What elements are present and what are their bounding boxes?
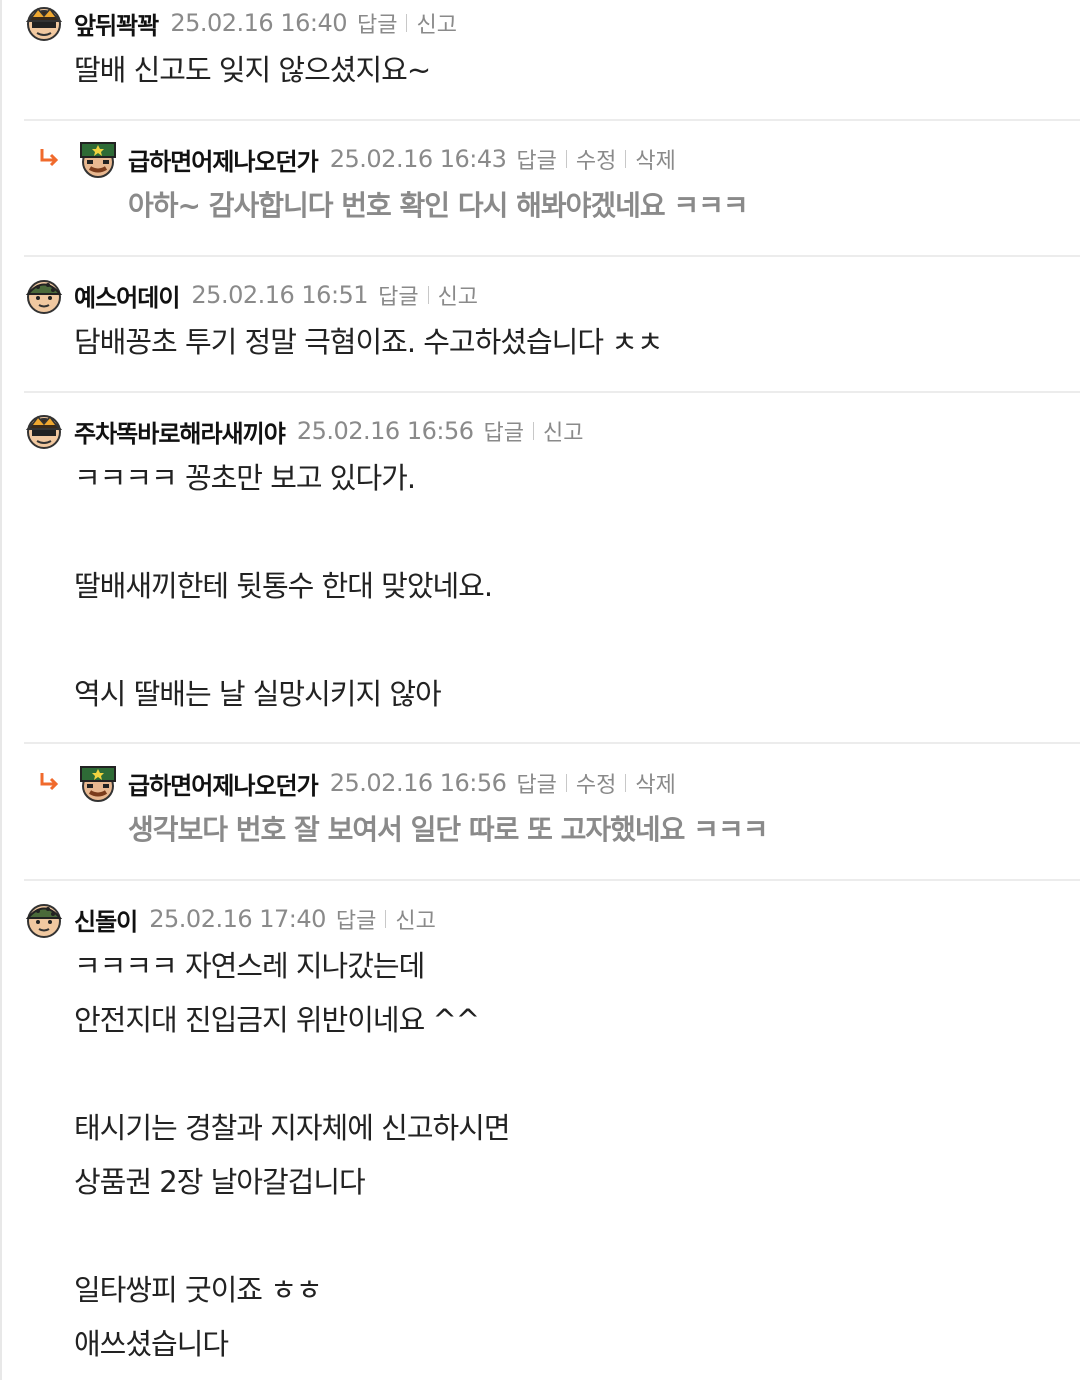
- comment-text: 아하~ 감사합니다 번호 확인 다시 해봐야겠네요 ㅋㅋㅋ: [128, 189, 749, 222]
- avatar-icon[interactable]: [24, 3, 64, 43]
- comment-body: 생각보다 번호 잘 보여서 일단 따로 또 고자했네요 ㅋㅋㅋ: [24, 803, 1080, 857]
- reply-arrow-icon: [40, 149, 59, 167]
- reply-button[interactable]: 답글: [516, 143, 556, 175]
- comment-body: 딸배 신고도 잊지 않으셨지요~: [24, 43, 1080, 97]
- comment-text: 태시기는 경찰과 지자체에 신고하시면: [74, 1111, 511, 1145]
- report-button[interactable]: 신고: [438, 279, 478, 311]
- left-border: [0, 0, 2, 1380]
- divider: [532, 422, 534, 440]
- comment-author[interactable]: 앞뒤꽉꽉: [74, 6, 159, 41]
- divider: [625, 774, 627, 792]
- divider: [565, 150, 567, 168]
- divider: [565, 774, 567, 792]
- comment-author[interactable]: 주차똑바로해라새끼야: [74, 414, 286, 449]
- report-button[interactable]: 신고: [543, 415, 583, 447]
- divider: [427, 286, 429, 304]
- comment-date: 25.02.16 16:56: [329, 769, 507, 797]
- reply-button[interactable]: 답글: [516, 767, 556, 799]
- divider: [24, 255, 1080, 257]
- comment-text: 안전지대 진입금지 위반이네요 ^^: [74, 1003, 480, 1037]
- divider: [24, 391, 1080, 393]
- comment-item: 앞뒤꽉꽉 25.02.16 16:40 답글 신고 딸배 신고도 잊지 않으셨지…: [24, 3, 1080, 97]
- divider: [406, 14, 408, 32]
- divider: [24, 119, 1080, 121]
- comment-author[interactable]: 예스어데이: [74, 278, 180, 313]
- reply-button[interactable]: 답글: [483, 415, 523, 447]
- comment-item: 예스어데이 25.02.16 16:51 답글 신고 담배꽁초 투기 정말 극혐…: [24, 275, 1080, 369]
- comment-date: 25.02.16 17:40: [149, 905, 326, 933]
- reply-button[interactable]: 답글: [378, 279, 418, 311]
- comment-text: 상품권 2장 날아갈겁니다: [74, 1165, 366, 1199]
- reply-item: 급하면어제나오던가 25.02.16 16:56 답글 수정 삭제 생각보다 번…: [24, 763, 1080, 857]
- comment-text: 딸배 신고도 잊지 않으셨지요~: [74, 53, 431, 87]
- reply-button[interactable]: 답글: [336, 903, 376, 935]
- comment-body: 담배꽁초 투기 정말 극혐이죠. 수고하셨습니다 ㅊㅊ: [24, 315, 1080, 369]
- comment-text: 일타쌍피 굿이죠 ㅎㅎ: [74, 1273, 323, 1307]
- avatar-icon[interactable]: [24, 275, 64, 315]
- comment-text: 담배꽁초 투기 정말 극혐이죠. 수고하셨습니다 ㅊㅊ: [74, 325, 664, 359]
- edit-button[interactable]: 수정: [576, 143, 616, 175]
- comment-text: 생각보다 번호 잘 보여서 일단 따로 또 고자했네요 ㅋㅋㅋ: [128, 813, 768, 846]
- comment-body: ㅋㅋㅋㅋ 자연스레 지나갔는데 안전지대 진입금지 위반이네요 ^^ 태시기는 …: [24, 939, 1080, 1371]
- report-button[interactable]: 신고: [395, 903, 435, 935]
- comment-text: 애쓰셨습니다: [74, 1327, 229, 1361]
- comment-text: 역시 딸배는 날 실망시키지 않아: [74, 677, 442, 711]
- comment-author[interactable]: 급하면어제나오던가: [128, 766, 319, 801]
- comment-author[interactable]: 신돌이: [74, 902, 138, 937]
- avatar-icon[interactable]: [24, 899, 64, 939]
- avatar-icon[interactable]: [78, 139, 118, 179]
- divider: [385, 910, 387, 928]
- avatar-icon[interactable]: [78, 763, 118, 803]
- delete-button[interactable]: 삭제: [635, 143, 675, 175]
- divider: [24, 879, 1080, 881]
- comment-text: ㅋㅋㅋㅋ 꽁초만 보고 있다가.: [74, 461, 416, 495]
- reply-item: 급하면어제나오던가 25.02.16 16:43 답글 수정 삭제 아하~ 감사…: [24, 139, 1080, 233]
- reply-arrow-icon: [40, 773, 59, 791]
- comment-date: 25.02.16 16:43: [329, 145, 507, 173]
- divider: [625, 150, 627, 168]
- divider: [24, 742, 1080, 744]
- comment-text: ㅋㅋㅋㅋ 자연스레 지나갔는데: [74, 949, 425, 983]
- reply-button[interactable]: 답글: [357, 7, 397, 39]
- report-button[interactable]: 신고: [416, 7, 456, 39]
- comment-author[interactable]: 급하면어제나오던가: [128, 142, 319, 177]
- avatar-icon[interactable]: [24, 411, 64, 451]
- comment-date: 25.02.16 16:51: [191, 281, 369, 309]
- comment-text: 딸배새끼한테 뒷통수 한대 맞았네요.: [74, 569, 493, 603]
- comment-date: 25.02.16 16:40: [170, 9, 347, 37]
- comment-body: 아하~ 감사합니다 번호 확인 다시 해봐야겠네요 ㅋㅋㅋ: [24, 179, 1080, 233]
- edit-button[interactable]: 수정: [576, 767, 616, 799]
- comment-body: ㅋㅋㅋㅋ 꽁초만 보고 있다가. 딸배새끼한테 뒷통수 한대 맞았네요. 역시 …: [24, 451, 1080, 721]
- comment-date: 25.02.16 16:56: [296, 417, 474, 445]
- comment-item: 주차똑바로해라새끼야 25.02.16 16:56 답글 신고 ㅋㅋㅋㅋ 꽁초만…: [24, 411, 1080, 721]
- delete-button[interactable]: 삭제: [635, 767, 675, 799]
- comment-item: 신돌이 25.02.16 17:40 답글 신고 ㅋㅋㅋㅋ 자연스레 지나갔는데…: [24, 899, 1080, 1371]
